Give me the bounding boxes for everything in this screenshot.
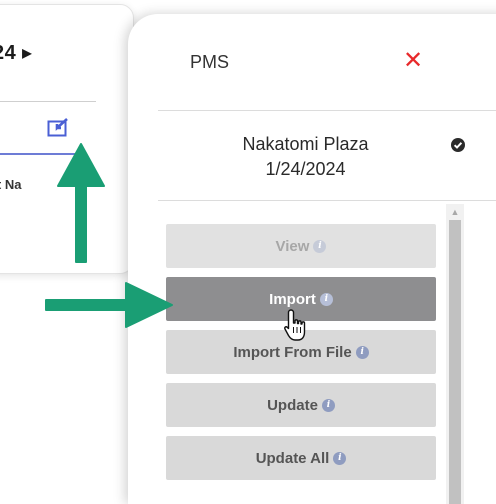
annotation-arrow-up-icon	[57, 143, 105, 263]
scrollbar[interactable]: ▲	[446, 204, 464, 504]
next-date-icon[interactable]: ▶	[22, 46, 32, 60]
info-icon[interactable]: i	[333, 451, 347, 465]
hand-cursor-icon	[284, 309, 306, 341]
view-button[interactable]: View i	[166, 224, 436, 268]
divider	[158, 110, 496, 111]
divider	[0, 101, 96, 102]
update-all-button-label: Update All	[255, 449, 330, 467]
divider	[158, 200, 496, 201]
info-icon[interactable]: i	[355, 345, 369, 359]
info-icon[interactable]: i	[319, 292, 333, 306]
date-navigation[interactable]: 24 ▶	[0, 42, 32, 65]
annotation-arrow-right-icon	[45, 282, 173, 328]
view-button-label: View	[275, 237, 310, 255]
property-info: Nakatomi Plaza 1/24/2024	[188, 132, 423, 182]
scroll-thumb[interactable]	[449, 220, 461, 504]
update-button[interactable]: Update i	[166, 383, 436, 427]
import-from-file-button-label: Import From File	[233, 343, 352, 361]
check-circle-icon	[451, 138, 465, 152]
pms-panel: PMS ✕ Nakatomi Plaza 1/24/2024 View i Im…	[128, 14, 496, 504]
panel-title: PMS	[190, 52, 230, 72]
info-icon[interactable]: i	[313, 239, 327, 253]
import-button-label: Import	[269, 290, 316, 308]
update-button-label: Update	[267, 396, 318, 414]
update-all-button[interactable]: Update All i	[166, 436, 436, 480]
property-date: 1/24/2024	[265, 159, 346, 179]
import-icon[interactable]	[47, 118, 69, 138]
scroll-up-icon[interactable]: ▲	[446, 204, 464, 220]
property-name: Nakatomi Plaza	[242, 134, 369, 154]
close-button[interactable]: ✕	[402, 49, 424, 73]
column-header-account-name[interactable]: unt Na	[0, 177, 21, 192]
date-label: 24	[0, 42, 17, 64]
info-icon[interactable]: i	[321, 398, 335, 412]
